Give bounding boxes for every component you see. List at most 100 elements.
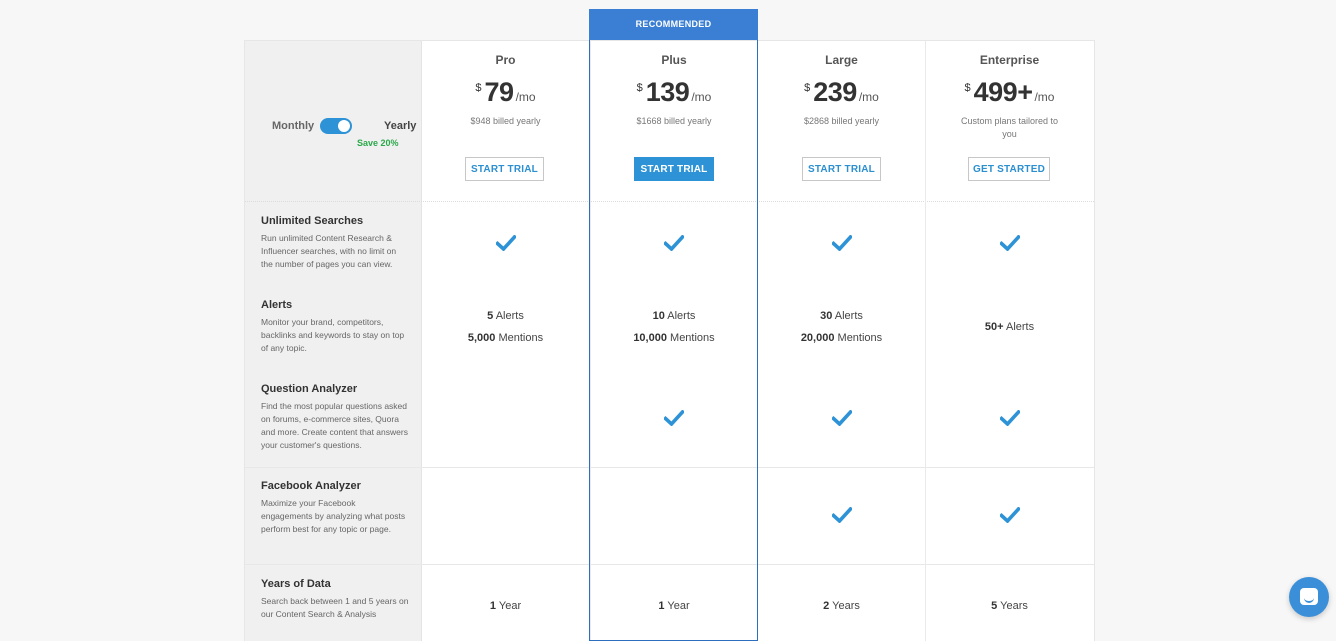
years-num: 1	[658, 600, 665, 612]
price-amount: 139	[645, 77, 690, 107]
monthly-label[interactable]: Monthly	[272, 120, 314, 132]
years-num: 1	[489, 600, 497, 612]
plan-price: $499+/mo	[925, 77, 1094, 108]
start-trial-button[interactable]: START TRIAL	[465, 157, 544, 181]
alerts-count: 5 Alerts	[421, 310, 590, 322]
plan-header: Enterprise $499+/mo Custom plans tailore…	[925, 41, 1094, 201]
price-period: /mo	[1034, 90, 1055, 104]
check-icon	[832, 410, 852, 426]
alerts-num: 50+	[984, 321, 1004, 333]
plan-header: Plus $139/mo $1668 billed yearly START T…	[590, 41, 758, 201]
feature-title: Facebook Analyzer	[261, 480, 361, 492]
alerts-num: 10	[652, 310, 665, 322]
alerts-label: Alerts	[495, 310, 524, 322]
mentions-num: 5,000	[467, 332, 496, 344]
check-icon	[1000, 507, 1020, 523]
years-value: 2 Years	[758, 600, 925, 612]
check-icon	[832, 507, 852, 523]
billed-note: $948 billed yearly	[470, 116, 541, 126]
feature-sidebar: Monthly Yearly Save 20% Unlimited Search…	[245, 41, 422, 641]
currency-symbol: $	[636, 82, 643, 94]
plan-price: $239/mo	[758, 77, 925, 108]
years-label: Year	[498, 600, 522, 612]
start-trial-button[interactable]: START TRIAL	[634, 157, 714, 181]
feature-desc: Monitor your brand, competitors, backlin…	[261, 317, 405, 353]
mentions-label: Mentions	[498, 332, 544, 344]
plan-name: Enterprise	[979, 53, 1040, 67]
chat-launcher-button[interactable]	[1289, 577, 1329, 617]
price-amount: 239	[813, 77, 857, 107]
feature-title: Alerts	[261, 299, 293, 311]
price-period: /mo	[515, 90, 536, 104]
check-icon	[664, 235, 684, 251]
billed-note: $1668 billed yearly	[636, 116, 712, 126]
get-started-button[interactable]: GET STARTED	[968, 157, 1050, 181]
years-label: Years	[1000, 600, 1028, 612]
alerts-count: 50+ Alerts	[925, 321, 1094, 333]
mentions-count: 20,000 Mentions	[758, 332, 925, 344]
price-amount: 79	[484, 77, 515, 107]
feature-unlimited-searches: Unlimited Searches Run unlimited Content…	[261, 215, 409, 271]
billed-note: Custom plans tailored to you	[960, 116, 1059, 139]
mentions-count: 5,000 Mentions	[421, 332, 590, 344]
alerts-label: Alerts	[667, 310, 696, 322]
billing-toggle: Monthly Yearly	[272, 118, 416, 138]
years-num: 5	[991, 600, 998, 612]
chat-icon	[1300, 588, 1318, 605]
feature-title: Question Analyzer	[261, 383, 358, 395]
plan-header: Pro $79/mo $948 billed yearly START TRIA…	[421, 41, 590, 201]
check-icon	[1000, 235, 1020, 251]
mentions-num: 10,000	[633, 332, 667, 344]
plan-header: Large $239/mo $2868 billed yearly START …	[758, 41, 925, 201]
check-icon	[832, 235, 852, 251]
price-period: /mo	[691, 90, 712, 104]
check-icon	[496, 235, 516, 251]
mentions-label: Mentions	[837, 332, 883, 344]
feature-alerts: Alerts Monitor your brand, competitors, …	[261, 299, 409, 355]
alerts-num: 30	[820, 310, 833, 322]
years-label: Years	[832, 600, 860, 612]
check-icon	[1000, 410, 1020, 426]
alerts-label: Alerts	[1006, 321, 1035, 333]
alerts-num: 5	[487, 310, 494, 322]
feature-title: Unlimited Searches	[261, 215, 364, 227]
price-period: /mo	[858, 90, 879, 104]
feature-facebook-analyzer: Facebook Analyzer Maximize your Facebook…	[261, 480, 409, 536]
alerts-count: 30 Alerts	[758, 310, 925, 322]
years-label: Year	[667, 600, 690, 612]
check-icon	[664, 410, 684, 426]
currency-symbol: $	[475, 82, 482, 94]
years-value: 1 Year	[590, 600, 758, 612]
years-value: 5 Years	[925, 600, 1094, 612]
currency-symbol: $	[804, 82, 811, 94]
switch-knob	[338, 120, 350, 132]
plan-column-enterprise: Enterprise $499+/mo Custom plans tailore…	[925, 41, 1094, 641]
plan-price: $79/mo	[421, 77, 590, 108]
plan-name: Pro	[495, 53, 516, 67]
plan-column-large: Large $239/mo $2868 billed yearly START …	[758, 41, 926, 641]
plan-column-pro: Pro $79/mo $948 billed yearly START TRIA…	[421, 41, 591, 641]
feature-desc: Find the most popular questions asked on…	[261, 401, 408, 450]
feature-desc: Run unlimited Content Research & Influen…	[261, 233, 397, 269]
alerts-label: Alerts	[834, 310, 863, 322]
mentions-count: 10,000 Mentions	[590, 332, 758, 344]
mentions-num: 20,000	[800, 332, 835, 344]
feature-title: Years of Data	[261, 578, 331, 590]
recommended-badge: RECOMMENDED	[589, 9, 758, 40]
feature-desc: Maximize your Facebook engagements by an…	[261, 498, 406, 534]
years-value: 1 Year	[421, 600, 590, 612]
save-badge: Save 20%	[357, 138, 399, 148]
years-num: 2	[823, 600, 830, 612]
plan-name: Large	[825, 53, 858, 67]
feature-desc: Search back between 1 and 5 years on our…	[261, 596, 409, 619]
alerts-count: 10 Alerts	[590, 310, 758, 322]
yearly-label[interactable]: Yearly	[384, 120, 416, 132]
mentions-label: Mentions	[670, 332, 715, 344]
billing-switch[interactable]	[320, 118, 352, 134]
plan-column-plus: Plus $139/mo $1668 billed yearly START T…	[590, 41, 758, 641]
feature-years-of-data: Years of Data Search back between 1 and …	[261, 578, 409, 621]
price-amount: 499+	[973, 77, 1033, 107]
start-trial-button[interactable]: START TRIAL	[802, 157, 881, 181]
currency-symbol: $	[964, 82, 971, 94]
feature-question-analyzer: Question Analyzer Find the most popular …	[261, 383, 409, 452]
